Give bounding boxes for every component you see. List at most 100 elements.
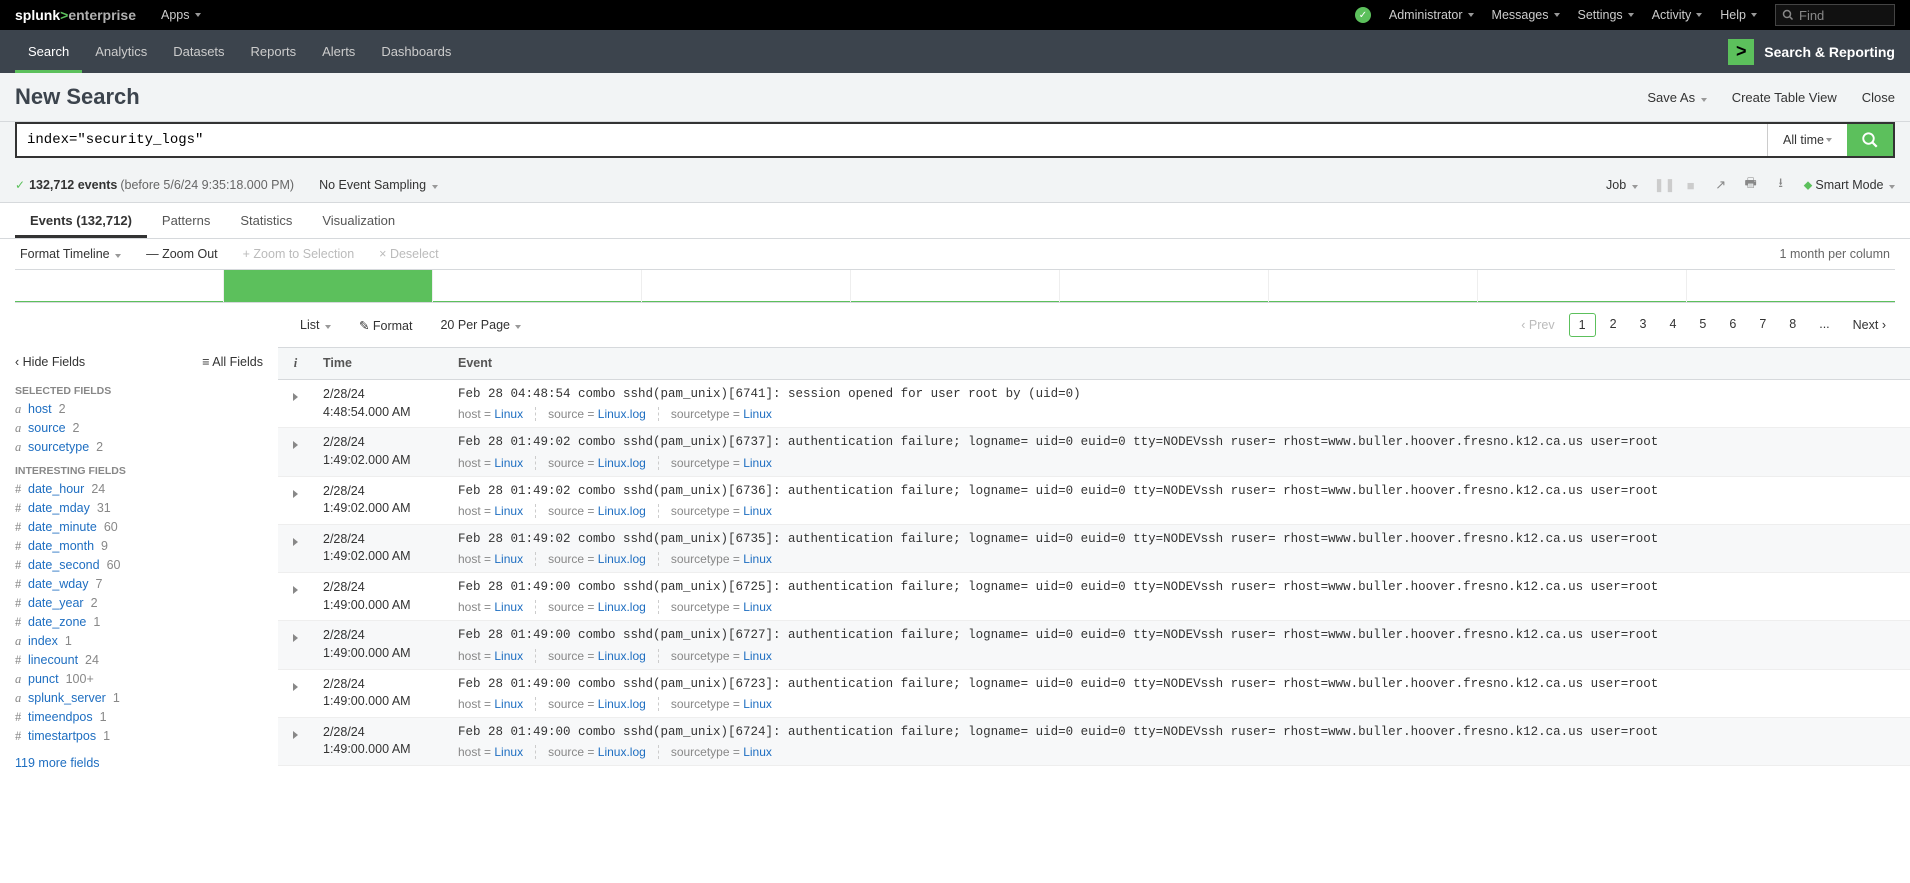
page-2[interactable]: 2: [1601, 313, 1626, 337]
field-date_zone[interactable]: #date_zone1: [15, 613, 263, 632]
field-linecount[interactable]: #linecount24: [15, 651, 263, 670]
field-date_minute[interactable]: #date_minute60: [15, 518, 263, 537]
field-punct[interactable]: apunct100+: [15, 670, 263, 689]
event-field-source[interactable]: source = Linux.log: [536, 697, 659, 711]
expand-event-button[interactable]: [278, 483, 313, 518]
health-status-icon[interactable]: ✓: [1355, 7, 1371, 23]
field-date_second[interactable]: #date_second60: [15, 556, 263, 575]
tab-patterns[interactable]: Patterns: [147, 203, 225, 238]
event-field-source[interactable]: source = Linux.log: [536, 504, 659, 518]
create-table-view-button[interactable]: Create Table View: [1732, 90, 1837, 105]
tab-events[interactable]: Events (132,712): [15, 203, 147, 238]
expand-event-button[interactable]: [278, 676, 313, 711]
event-field-source[interactable]: source = Linux.log: [536, 456, 659, 470]
event-count[interactable]: 132,712 events: [29, 178, 117, 192]
event-field-source[interactable]: source = Linux.log: [536, 407, 659, 421]
expand-event-button[interactable]: [278, 627, 313, 662]
save-as-button[interactable]: Save As: [1647, 90, 1706, 105]
event-time[interactable]: 2/28/241:49:00.000 AM: [313, 724, 448, 759]
format-events-button[interactable]: ✎ Format: [359, 318, 413, 333]
event-raw[interactable]: Feb 28 01:49:00 combo sshd(pam_unix)[672…: [458, 724, 1900, 740]
event-time[interactable]: 2/28/244:48:54.000 AM: [313, 386, 448, 421]
apps-menu[interactable]: Apps: [161, 8, 201, 22]
event-field-sourcetype[interactable]: sourcetype = Linux: [659, 697, 784, 711]
expand-event-button[interactable]: [278, 724, 313, 759]
field-date_hour[interactable]: #date_hour24: [15, 480, 263, 499]
nav-analytics[interactable]: Analytics: [82, 30, 160, 73]
expand-event-button[interactable]: [278, 386, 313, 421]
event-field-source[interactable]: source = Linux.log: [536, 552, 659, 566]
field-timeendpos[interactable]: #timeendpos1: [15, 708, 263, 727]
field-date_wday[interactable]: #date_wday7: [15, 575, 263, 594]
nav-datasets[interactable]: Datasets: [160, 30, 237, 73]
nav-search[interactable]: Search: [15, 30, 82, 73]
field-date_year[interactable]: #date_year2: [15, 594, 263, 613]
app-name[interactable]: Search & Reporting: [1764, 44, 1895, 60]
event-time[interactable]: 2/28/241:49:02.000 AM: [313, 434, 448, 469]
event-raw[interactable]: Feb 28 01:49:02 combo sshd(pam_unix)[673…: [458, 531, 1900, 547]
event-field-host[interactable]: host = Linux: [458, 649, 536, 663]
event-field-host[interactable]: host = Linux: [458, 456, 536, 470]
event-field-source[interactable]: source = Linux.log: [536, 600, 659, 614]
event-field-sourcetype[interactable]: sourcetype = Linux: [659, 456, 784, 470]
spl-query-input[interactable]: [17, 124, 1767, 156]
expand-event-button[interactable]: [278, 579, 313, 614]
tab-statistics[interactable]: Statistics: [225, 203, 307, 238]
event-field-sourcetype[interactable]: sourcetype = Linux: [659, 407, 784, 421]
event-raw[interactable]: Feb 28 01:49:00 combo sshd(pam_unix)[672…: [458, 676, 1900, 692]
page-4[interactable]: 4: [1660, 313, 1685, 337]
event-field-sourcetype[interactable]: sourcetype = Linux: [659, 504, 784, 518]
job-menu[interactable]: Job: [1606, 178, 1638, 192]
event-field-host[interactable]: host = Linux: [458, 504, 536, 518]
event-time[interactable]: 2/28/241:49:00.000 AM: [313, 579, 448, 614]
event-field-source[interactable]: source = Linux.log: [536, 649, 659, 663]
tab-visualization[interactable]: Visualization: [307, 203, 410, 238]
hide-fields-button[interactable]: ‹ Hide Fields: [15, 355, 85, 369]
event-time[interactable]: 2/28/241:49:02.000 AM: [313, 483, 448, 518]
event-field-host[interactable]: host = Linux: [458, 697, 536, 711]
brand-logo[interactable]: splunk>enterprise: [15, 7, 136, 23]
per-page-menu[interactable]: 20 Per Page: [440, 318, 521, 333]
zoom-out-button[interactable]: — Zoom Out: [146, 247, 218, 261]
share-icon[interactable]: ↗: [1714, 177, 1728, 193]
event-field-sourcetype[interactable]: sourcetype = Linux: [659, 745, 784, 759]
top-menu-settings[interactable]: Settings: [1578, 8, 1634, 22]
page-8[interactable]: 8: [1780, 313, 1805, 337]
event-field-source[interactable]: source = Linux.log: [536, 745, 659, 759]
timeline-chart[interactable]: [15, 269, 1895, 303]
page-1[interactable]: 1: [1569, 313, 1596, 337]
field-date_month[interactable]: #date_month9: [15, 537, 263, 556]
export-icon[interactable]: ⭳: [1774, 174, 1788, 196]
print-icon[interactable]: 🖶: [1744, 174, 1758, 196]
event-raw[interactable]: Feb 28 01:49:02 combo sshd(pam_unix)[673…: [458, 434, 1900, 450]
event-field-host[interactable]: host = Linux: [458, 407, 536, 421]
event-field-sourcetype[interactable]: sourcetype = Linux: [659, 552, 784, 566]
top-menu-administrator[interactable]: Administrator: [1389, 8, 1474, 22]
field-splunk_server[interactable]: asplunk_server1: [15, 689, 263, 708]
col-header-event[interactable]: Event: [448, 348, 1910, 379]
event-time[interactable]: 2/28/241:49:00.000 AM: [313, 676, 448, 711]
nav-alerts[interactable]: Alerts: [309, 30, 368, 73]
event-time[interactable]: 2/28/241:49:00.000 AM: [313, 627, 448, 662]
top-menu-messages[interactable]: Messages: [1492, 8, 1560, 22]
nav-reports[interactable]: Reports: [238, 30, 310, 73]
field-timestartpos[interactable]: #timestartpos1: [15, 727, 263, 746]
event-field-sourcetype[interactable]: sourcetype = Linux: [659, 649, 784, 663]
event-raw[interactable]: Feb 28 01:49:00 combo sshd(pam_unix)[672…: [458, 579, 1900, 595]
event-field-host[interactable]: host = Linux: [458, 745, 536, 759]
event-raw[interactable]: Feb 28 01:49:02 combo sshd(pam_unix)[673…: [458, 483, 1900, 499]
event-field-sourcetype[interactable]: sourcetype = Linux: [659, 600, 784, 614]
event-sampling-menu[interactable]: No Event Sampling: [319, 178, 438, 192]
more-fields-link[interactable]: 119 more fields: [15, 756, 263, 770]
field-source[interactable]: asource2: [15, 419, 263, 438]
event-raw[interactable]: Feb 28 01:49:00 combo sshd(pam_unix)[672…: [458, 627, 1900, 643]
field-index[interactable]: aindex1: [15, 632, 263, 651]
close-button[interactable]: Close: [1862, 90, 1895, 105]
find-input[interactable]: Find: [1775, 4, 1895, 26]
col-header-info[interactable]: i: [278, 348, 313, 379]
nav-dashboards[interactable]: Dashboards: [368, 30, 464, 73]
page-6[interactable]: 6: [1720, 313, 1745, 337]
event-field-host[interactable]: host = Linux: [458, 600, 536, 614]
event-list-mode[interactable]: List: [300, 318, 331, 333]
page-7[interactable]: 7: [1750, 313, 1775, 337]
